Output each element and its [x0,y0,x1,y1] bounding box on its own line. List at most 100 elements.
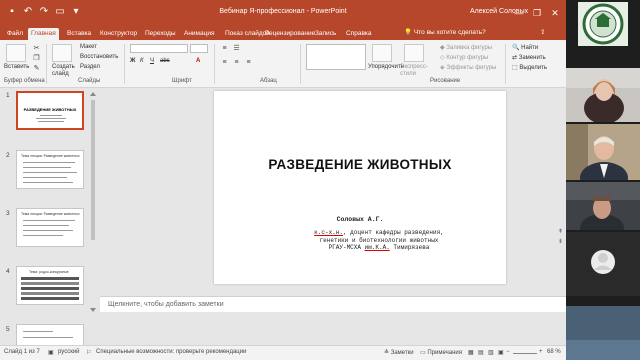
next-slide-icon[interactable]: ⇟ [558,238,563,245]
select-button[interactable]: ⬚ Выделить [512,64,547,71]
language[interactable]: русский [58,349,80,355]
arrange-button[interactable] [372,44,392,62]
participant-video-5[interactable] [566,306,640,360]
section-button[interactable]: Раздел [80,64,100,70]
current-slide[interactable]: РАЗВЕДЕНИЕ ЖИВОТНЫХ Соловых А.Г. к.с-х.н… [214,91,506,284]
shapes-gallery[interactable] [306,44,366,70]
layout-button[interactable]: Макет [80,44,97,50]
tab-transitions[interactable]: Переходы [142,28,179,40]
notes-toggle[interactable]: ≜ Заметки [384,349,414,356]
reading-view-icon[interactable]: ▥ [488,349,494,356]
tab-design[interactable]: Конструктор [97,28,140,40]
bold-button[interactable]: Ж [130,58,135,64]
ribbon: Вставить ✂ ❐ ✎ Буфер обмена Создать слай… [0,40,566,88]
close-button[interactable]: ✕ [548,6,562,20]
notes-pane[interactable]: Щелкните, чтобы добавить заметки [100,296,566,312]
copy-icon[interactable]: ❐ [32,54,41,63]
previous-slide-icon[interactable]: ⇞ [558,228,563,235]
ribbon-tabs: Файл Главная Вставка Конструктор Переход… [0,26,566,40]
ribbon-separator [124,44,125,84]
slide-thumbnail-4[interactable]: Тема: родос-конкурсные [16,266,84,305]
university-name-abbr: им.К.А. [364,244,390,251]
slideshow-icon[interactable]: ▣ [498,349,504,356]
slide-author[interactable]: Соловых А.Г. [214,216,506,223]
find-button[interactable]: 🔍 Найти [512,44,538,51]
zoom-out-icon[interactable]: − [506,349,510,355]
comments-toggle[interactable]: ▭ Примечания [420,349,462,356]
slide-number: 3 [6,210,10,217]
slide-thumbnail-2[interactable]: Тема лекции: Разведение животных [16,150,84,189]
spellcheck-icon[interactable]: ▣ [48,349,54,356]
font-family-select[interactable] [130,44,188,53]
slide-thumbnails-pane: 1 РАЗВЕДЕНИЕ ЖИВОТНЫХ 2 Тема лекции: Раз… [0,88,98,346]
slide-sorter-icon[interactable]: ▤ [478,349,484,356]
align-center-icon[interactable]: ≡ [232,58,241,67]
accessibility-status[interactable]: Специальные возможности: проверьте реком… [96,349,246,355]
accessibility-icon[interactable]: ⚐ [86,349,91,356]
format-painter-icon[interactable]: ✎ [32,64,41,73]
slide-number: 4 [6,268,10,275]
shape-fill-button[interactable]: ◆ Заливка фигуры [440,44,492,51]
align-right-icon[interactable]: ≡ [244,58,253,67]
tab-record[interactable]: Запись [312,28,339,40]
restore-button[interactable]: ❐ [530,6,544,20]
tab-home[interactable]: Главная [28,28,59,40]
slide-title[interactable]: РАЗВЕДЕНИЕ ЖИВОТНЫХ [214,157,506,172]
zoom-slider[interactable] [513,353,537,354]
participant-video-1[interactable] [566,68,640,122]
share-button[interactable]: ⇪ [540,28,545,36]
thumbnail-text-line [23,167,71,168]
thumbnail-title: Тема лекции: Разведение животных [21,154,80,158]
drawing-group-label: Рисование [430,78,461,84]
thumbnail-text-line [23,331,53,332]
font-group-label: Шрифт [172,78,192,84]
participant-video-4[interactable] [566,232,640,296]
shape-outline-button[interactable]: ◇ Контур фигуры [440,54,488,61]
numbering-icon[interactable]: ☰ [232,44,241,53]
ribbon-separator [46,44,47,84]
slide-thumbnail-1[interactable]: РАЗВЕДЕНИЕ ЖИВОТНЫХ [16,91,84,130]
minimize-button[interactable]: — [512,6,526,20]
slide-thumbnail-3[interactable]: Тема лекции: Разведение животных [16,208,84,247]
slide-thumbnail-5[interactable] [16,324,84,346]
ribbon-separator [300,44,301,84]
thumbnails-scrollbar[interactable] [90,92,96,312]
replace-button[interactable]: ⇄ Заменить [512,54,546,61]
zoom-level[interactable]: 68 % [547,349,561,355]
tab-animations[interactable]: Анимация [181,28,218,40]
paste-label: Вставить [4,64,30,70]
font-size-select[interactable] [190,44,208,53]
italic-button[interactable]: К [140,58,144,64]
ribbon-separator [214,44,215,84]
bullets-icon[interactable]: ≡ [220,44,229,53]
tab-file[interactable]: Файл [4,28,26,40]
tab-insert[interactable]: Вставка [64,28,94,40]
arrange-label: Упорядочить [368,64,404,70]
participant-video-3[interactable] [566,182,640,230]
tell-me-search[interactable]: 💡 Что вы хотите сделать? [404,28,486,36]
participant-video-2[interactable] [566,124,640,180]
thumbnail-title: Тема: родос-конкурсные [29,270,69,274]
slide-number: 5 [6,326,10,333]
department-text: генетики и биотехнологии животных [319,236,439,244]
thumbnail-table-row [21,277,79,280]
reset-button[interactable]: Восстановить [80,54,118,60]
shape-effects-button[interactable]: ◈ Эффекты фигуры [440,64,496,71]
align-left-icon[interactable]: ≡ [220,58,229,67]
thumbnail-text-line [23,225,69,226]
slide-scroll-buttons[interactable]: ⇞ ⇟ [558,228,564,278]
tab-help[interactable]: Справка [343,28,375,40]
quick-styles-button[interactable] [404,44,424,62]
strikethrough-button[interactable]: abc [160,58,170,64]
tab-review[interactable]: Рецензирование [262,28,318,40]
zoom-in-icon[interactable]: + [539,349,543,355]
paste-button[interactable] [6,44,26,62]
normal-view-icon[interactable]: ▦ [468,349,474,356]
font-color-button[interactable]: A [196,58,200,64]
university-name: Тимирязева [389,244,430,251]
slide-author-info[interactable]: к.с-х.н., доцент кафедры разведения, ген… [284,229,474,252]
underline-button[interactable]: Ч [150,58,154,64]
cut-icon[interactable]: ✂ [32,44,41,53]
status-bar: Слайд 1 из 7 ▣ русский ⚐ Специальные воз… [0,345,566,360]
new-slide-button[interactable] [52,44,72,62]
